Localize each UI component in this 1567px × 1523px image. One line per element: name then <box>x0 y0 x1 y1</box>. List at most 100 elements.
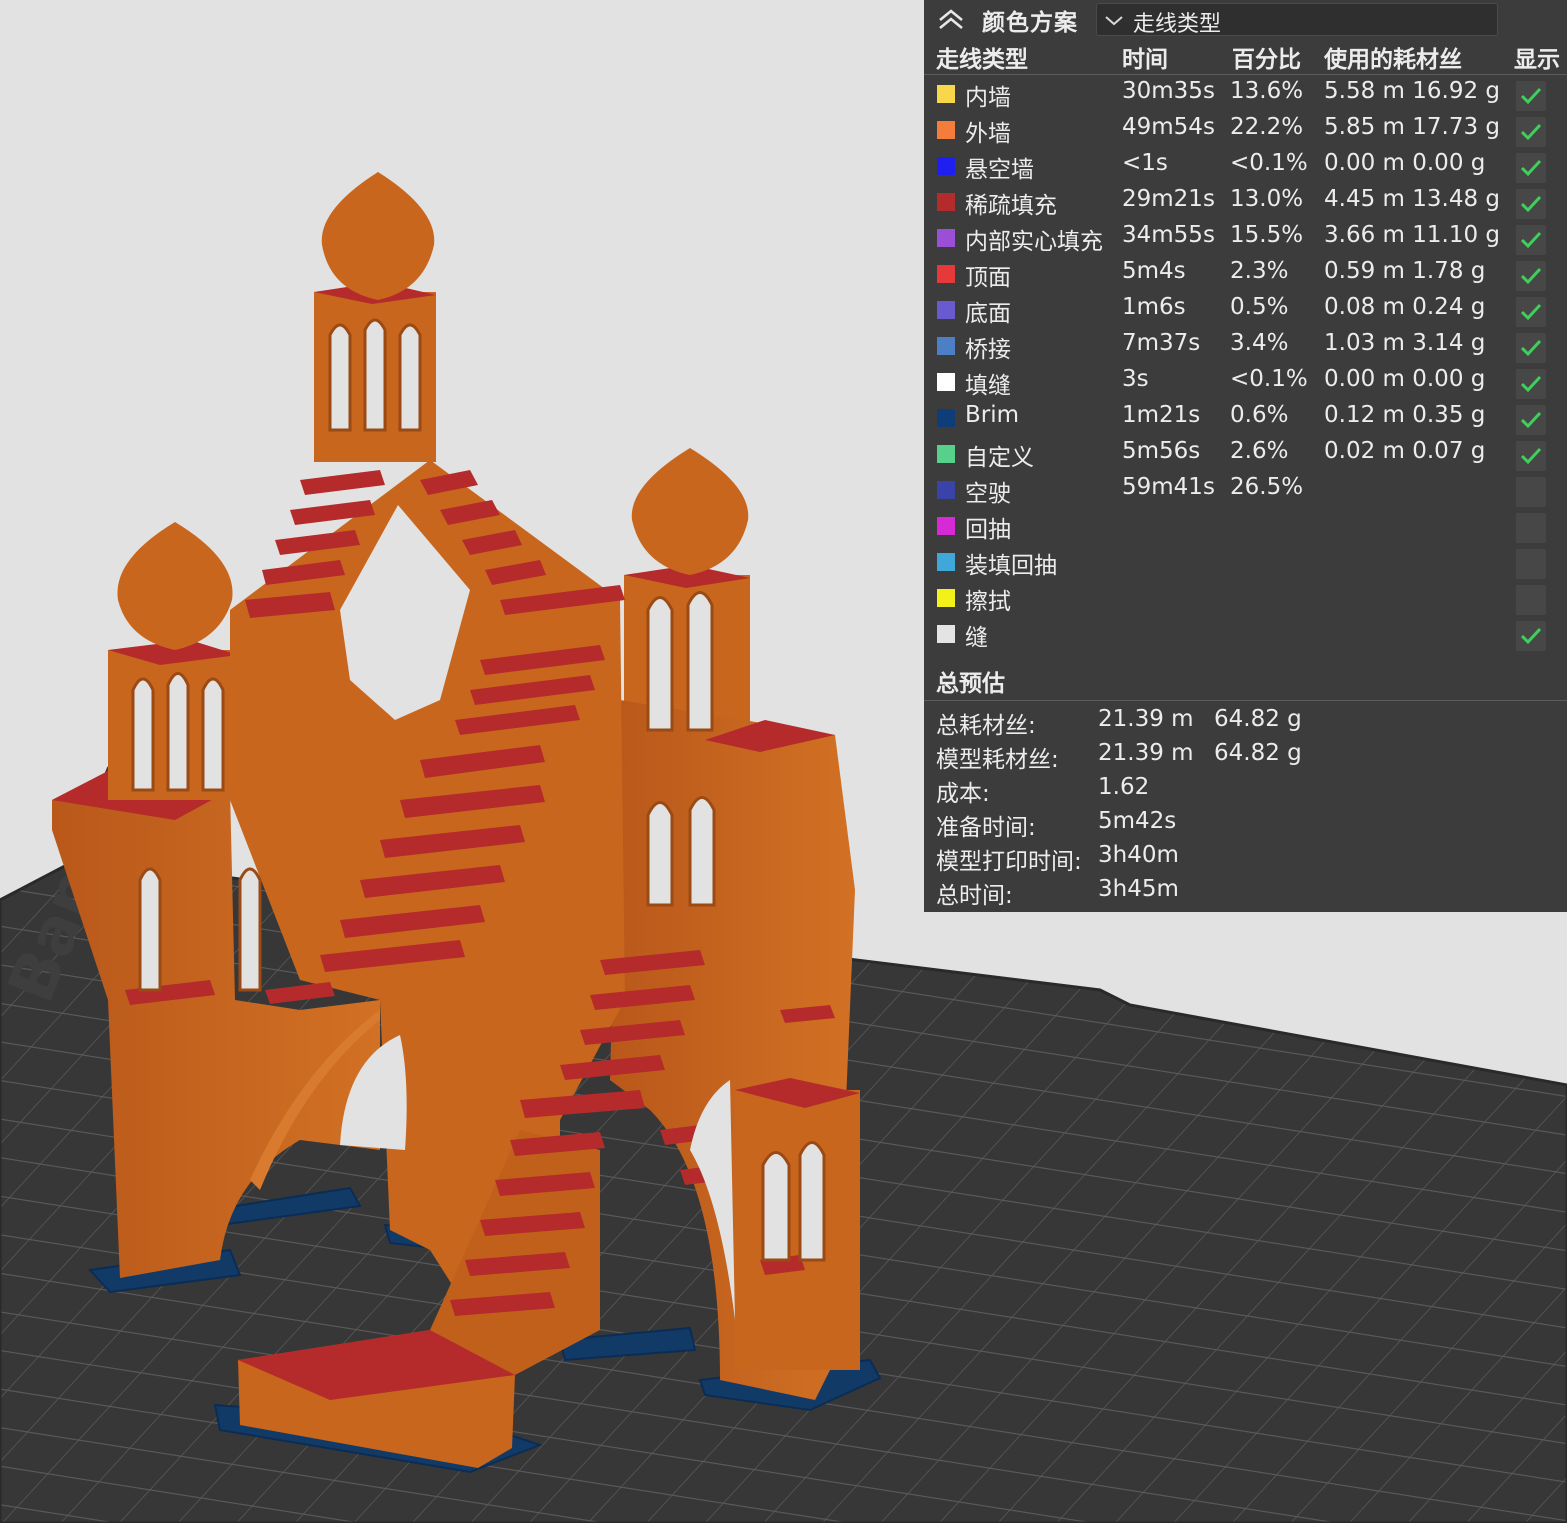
visibility-checkbox[interactable] <box>1516 405 1546 435</box>
checkmark-icon <box>1520 231 1542 249</box>
feature-time: 5m56s <box>1122 438 1201 464</box>
feature-time: 59m41s <box>1122 474 1215 500</box>
visibility-checkbox[interactable] <box>1516 153 1546 183</box>
color-swatch <box>937 589 955 607</box>
feature-time: 1m21s <box>1122 402 1201 428</box>
summary-divider <box>924 700 1567 701</box>
color-scheme-title: 颜色方案 <box>982 10 1078 36</box>
checkmark-icon <box>1520 411 1542 429</box>
feature-time: 3s <box>1122 366 1149 392</box>
color-swatch <box>937 409 955 427</box>
feature-percent: 3.4% <box>1230 330 1289 356</box>
checkmark-icon <box>1520 375 1542 393</box>
color-swatch <box>937 337 955 355</box>
legend-row: 桥接 7m37s 3.4% 1.03 m 3.14 g <box>924 329 1567 365</box>
feature-filament: 0.08 m 0.24 g <box>1324 294 1486 320</box>
legend-row: 擦拭 <box>924 581 1567 617</box>
visibility-checkbox[interactable] <box>1516 549 1546 579</box>
checkmark-icon <box>1520 339 1542 357</box>
summary-weight: 64.82 g <box>1214 740 1302 766</box>
legend-row: 外墙 49m54s 22.2% 5.85 m 17.73 g <box>924 113 1567 149</box>
legend-row: 自定义 5m56s 2.6% 0.02 m 0.07 g <box>924 437 1567 473</box>
visibility-checkbox[interactable] <box>1516 117 1546 147</box>
summary-row: 成本: 1.62 <box>924 774 1567 808</box>
summary-row: 模型打印时间: 3h40m <box>924 842 1567 876</box>
feature-filament: 5.85 m 17.73 g <box>1324 114 1500 140</box>
summary-weight: 64.82 g <box>1214 706 1302 732</box>
feature-name: 缝 <box>965 625 988 651</box>
feature-filament: 1.03 m 3.14 g <box>1324 330 1486 356</box>
visibility-checkbox[interactable] <box>1516 81 1546 111</box>
legend-row: 内部实心填充 34m55s 15.5% 3.66 m 11.10 g <box>924 221 1567 257</box>
summary-label: 总耗材丝: <box>936 713 1036 739</box>
summary-value: 3h45m <box>1098 876 1179 902</box>
feature-percent: 2.3% <box>1230 258 1289 284</box>
visibility-checkbox[interactable] <box>1516 621 1546 651</box>
color-swatch <box>937 517 955 535</box>
feature-time: <1s <box>1122 150 1168 176</box>
checkmark-icon <box>1520 447 1542 465</box>
visibility-checkbox[interactable] <box>1516 477 1546 507</box>
feature-filament: 3.66 m 11.10 g <box>1324 222 1500 248</box>
feature-percent: 15.5% <box>1230 222 1304 248</box>
legend-row: 内墙 30m35s 13.6% 5.58 m 16.92 g <box>924 77 1567 113</box>
checkmark-icon <box>1520 123 1542 141</box>
feature-time: 1m6s <box>1122 294 1186 320</box>
summary-label: 成本: <box>936 781 990 807</box>
checkmark-icon <box>1520 267 1542 285</box>
checkmark-icon <box>1520 627 1542 645</box>
feature-percent: 2.6% <box>1230 438 1289 464</box>
legend-row: 缝 <box>924 617 1567 653</box>
visibility-checkbox[interactable] <box>1516 369 1546 399</box>
column-header-filament: 使用的耗材丝 <box>1324 47 1462 73</box>
visibility-checkbox[interactable] <box>1516 261 1546 291</box>
feature-filament: 0.02 m 0.07 g <box>1324 438 1486 464</box>
visibility-checkbox[interactable] <box>1516 585 1546 615</box>
summary-row: 总时间: 3h45m <box>924 876 1567 910</box>
feature-percent: 0.6% <box>1230 402 1289 428</box>
feature-name: 外墙 <box>965 121 1011 147</box>
checkmark-icon <box>1520 303 1542 321</box>
legend-row: 顶面 5m4s 2.3% 0.59 m 1.78 g <box>924 257 1567 293</box>
color-swatch <box>937 85 955 103</box>
visibility-checkbox[interactable] <box>1516 225 1546 255</box>
feature-name: 底面 <box>965 301 1011 327</box>
visibility-checkbox[interactable] <box>1516 333 1546 363</box>
visibility-checkbox[interactable] <box>1516 513 1546 543</box>
feature-percent: 13.0% <box>1230 186 1304 212</box>
color-swatch <box>937 121 955 139</box>
summary-value: 1.62 <box>1098 774 1150 800</box>
legend-row: 回抽 <box>924 509 1567 545</box>
summary-value: 3h40m <box>1098 842 1179 868</box>
color-scheme-dropdown[interactable]: 走线类型 <box>1096 3 1498 37</box>
visibility-checkbox[interactable] <box>1516 297 1546 327</box>
column-header-show: 显示 <box>1514 47 1560 73</box>
summary-label: 模型打印时间: <box>936 849 1082 875</box>
chevron-up-icon[interactable] <box>936 6 966 32</box>
checkmark-icon <box>1520 87 1542 105</box>
summary-row: 模型耗材丝: 21.39 m 64.82 g <box>924 740 1567 774</box>
feature-filament: 0.00 m 0.00 g <box>1324 366 1486 392</box>
feature-name: 悬空墙 <box>965 157 1034 183</box>
legend-row: 底面 1m6s 0.5% 0.08 m 0.24 g <box>924 293 1567 329</box>
visibility-checkbox[interactable] <box>1516 189 1546 219</box>
feature-name: 装填回抽 <box>965 553 1057 579</box>
feature-name: 填缝 <box>965 373 1011 399</box>
summary-value: 21.39 m <box>1098 740 1194 766</box>
visibility-checkbox[interactable] <box>1516 441 1546 471</box>
color-swatch <box>937 553 955 571</box>
color-scheme-value: 走线类型 <box>1133 12 1222 37</box>
color-swatch <box>937 625 955 643</box>
summary-title: 总预估 <box>936 671 1005 697</box>
feature-name: 顶面 <box>965 265 1011 291</box>
summary-label: 总时间: <box>936 883 1013 909</box>
color-swatch <box>937 301 955 319</box>
feature-percent: 26.5% <box>1230 474 1304 500</box>
feature-filament: 4.45 m 13.48 g <box>1324 186 1500 212</box>
chevron-down-icon <box>1105 16 1123 26</box>
feature-filament: 0.59 m 1.78 g <box>1324 258 1486 284</box>
legend-row: 空驶 59m41s 26.5% <box>924 473 1567 509</box>
color-swatch <box>937 193 955 211</box>
color-swatch <box>937 373 955 391</box>
feature-percent: 22.2% <box>1230 114 1304 140</box>
